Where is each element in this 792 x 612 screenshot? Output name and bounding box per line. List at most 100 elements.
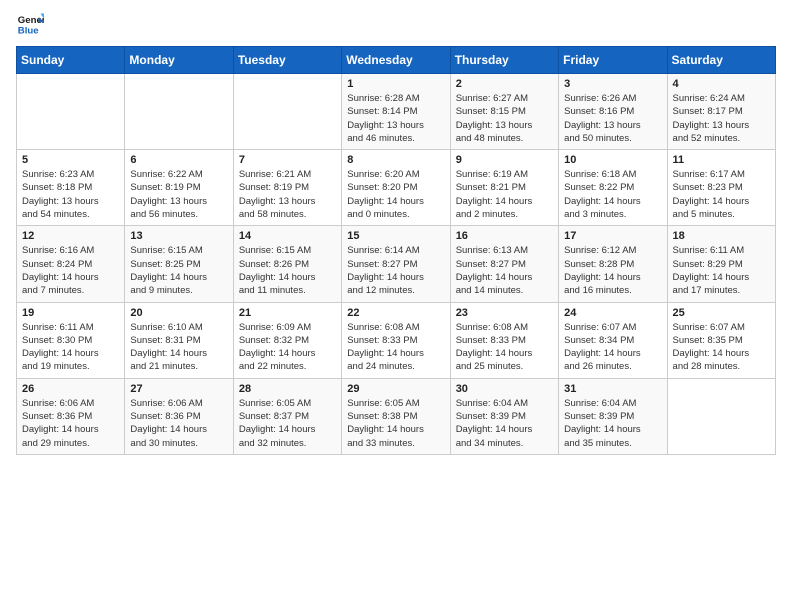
day-number: 17 [564, 230, 661, 242]
calendar-cell: 30 Sunrise: 6:04 AM Sunset: 8:39 PM Dayli… [450, 378, 558, 454]
day-number: 28 [239, 383, 336, 395]
calendar-cell [233, 74, 341, 150]
day-info: Sunrise: 6:04 AM Sunset: 8:39 PM Dayligh… [456, 397, 553, 450]
day-number: 2 [456, 78, 553, 90]
day-info: Sunrise: 6:15 AM Sunset: 8:26 PM Dayligh… [239, 244, 336, 297]
day-number: 10 [564, 154, 661, 166]
calendar-cell: 9 Sunrise: 6:19 AM Sunset: 8:21 PM Daylig… [450, 150, 558, 226]
calendar-cell: 8 Sunrise: 6:20 AM Sunset: 8:20 PM Daylig… [342, 150, 450, 226]
day-number: 6 [130, 154, 227, 166]
day-info: Sunrise: 6:05 AM Sunset: 8:37 PM Dayligh… [239, 397, 336, 450]
day-number: 26 [22, 383, 119, 395]
day-number: 5 [22, 154, 119, 166]
calendar-cell: 11 Sunrise: 6:17 AM Sunset: 8:23 PM Dayli… [667, 150, 775, 226]
day-info: Sunrise: 6:17 AM Sunset: 8:23 PM Dayligh… [673, 168, 770, 221]
weekday-header: Saturday [667, 47, 775, 74]
day-number: 20 [130, 307, 227, 319]
calendar-cell: 27 Sunrise: 6:06 AM Sunset: 8:36 PM Dayli… [125, 378, 233, 454]
day-info: Sunrise: 6:05 AM Sunset: 8:38 PM Dayligh… [347, 397, 444, 450]
day-info: Sunrise: 6:27 AM Sunset: 8:15 PM Dayligh… [456, 92, 553, 145]
day-info: Sunrise: 6:12 AM Sunset: 8:28 PM Dayligh… [564, 244, 661, 297]
page: General Blue SundayMondayTuesdayWednesda… [0, 0, 792, 612]
day-number: 13 [130, 230, 227, 242]
day-number: 22 [347, 307, 444, 319]
calendar-cell: 1Sunrise: 6:28 AM Sunset: 8:14 PM Daylig… [342, 74, 450, 150]
calendar-cell: 26 Sunrise: 6:06 AM Sunset: 8:36 PM Dayli… [17, 378, 125, 454]
day-info: Sunrise: 6:08 AM Sunset: 8:33 PM Dayligh… [347, 321, 444, 374]
calendar-table: SundayMondayTuesdayWednesdayThursdayFrid… [16, 46, 776, 455]
day-number: 9 [456, 154, 553, 166]
day-number: 4 [673, 78, 770, 90]
calendar-header: SundayMondayTuesdayWednesdayThursdayFrid… [17, 47, 776, 74]
logo: General Blue [16, 10, 44, 38]
calendar-week-row: 5 Sunrise: 6:23 AM Sunset: 8:18 PM Daylig… [17, 150, 776, 226]
day-number: 11 [673, 154, 770, 166]
day-info: Sunrise: 6:28 AM Sunset: 8:14 PM Dayligh… [347, 92, 444, 145]
calendar-cell: 22 Sunrise: 6:08 AM Sunset: 8:33 PM Dayli… [342, 302, 450, 378]
calendar-cell: 2 Sunrise: 6:27 AM Sunset: 8:15 PM Daylig… [450, 74, 558, 150]
day-info: Sunrise: 6:15 AM Sunset: 8:25 PM Dayligh… [130, 244, 227, 297]
calendar-week-row: 19Sunrise: 6:11 AM Sunset: 8:30 PM Dayli… [17, 302, 776, 378]
day-info: Sunrise: 6:08 AM Sunset: 8:33 PM Dayligh… [456, 321, 553, 374]
header-row: SundayMondayTuesdayWednesdayThursdayFrid… [17, 47, 776, 74]
day-info: Sunrise: 6:20 AM Sunset: 8:20 PM Dayligh… [347, 168, 444, 221]
calendar-cell: 3 Sunrise: 6:26 AM Sunset: 8:16 PM Daylig… [559, 74, 667, 150]
calendar-cell: 18 Sunrise: 6:11 AM Sunset: 8:29 PM Dayli… [667, 226, 775, 302]
weekday-header: Monday [125, 47, 233, 74]
calendar-cell: 13 Sunrise: 6:15 AM Sunset: 8:25 PM Dayli… [125, 226, 233, 302]
day-number: 16 [456, 230, 553, 242]
calendar-cell: 17 Sunrise: 6:12 AM Sunset: 8:28 PM Dayli… [559, 226, 667, 302]
day-number: 30 [456, 383, 553, 395]
calendar-cell [17, 74, 125, 150]
day-number: 18 [673, 230, 770, 242]
calendar-week-row: 1Sunrise: 6:28 AM Sunset: 8:14 PM Daylig… [17, 74, 776, 150]
weekday-header: Friday [559, 47, 667, 74]
calendar-cell: 24Sunrise: 6:07 AM Sunset: 8:34 PM Dayli… [559, 302, 667, 378]
calendar-cell: 16 Sunrise: 6:13 AM Sunset: 8:27 PM Dayli… [450, 226, 558, 302]
day-info: Sunrise: 6:22 AM Sunset: 8:19 PM Dayligh… [130, 168, 227, 221]
day-info: Sunrise: 6:26 AM Sunset: 8:16 PM Dayligh… [564, 92, 661, 145]
day-info: Sunrise: 6:06 AM Sunset: 8:36 PM Dayligh… [130, 397, 227, 450]
day-number: 14 [239, 230, 336, 242]
calendar-week-row: 26 Sunrise: 6:06 AM Sunset: 8:36 PM Dayli… [17, 378, 776, 454]
day-number: 29 [347, 383, 444, 395]
day-info: Sunrise: 6:21 AM Sunset: 8:19 PM Dayligh… [239, 168, 336, 221]
day-info: Sunrise: 6:07 AM Sunset: 8:34 PM Dayligh… [564, 321, 661, 374]
day-number: 15 [347, 230, 444, 242]
day-info: Sunrise: 6:16 AM Sunset: 8:24 PM Dayligh… [22, 244, 119, 297]
calendar-cell: 5 Sunrise: 6:23 AM Sunset: 8:18 PM Daylig… [17, 150, 125, 226]
calendar-body: 1Sunrise: 6:28 AM Sunset: 8:14 PM Daylig… [17, 74, 776, 455]
day-info: Sunrise: 6:19 AM Sunset: 8:21 PM Dayligh… [456, 168, 553, 221]
day-info: Sunrise: 6:13 AM Sunset: 8:27 PM Dayligh… [456, 244, 553, 297]
day-number: 8 [347, 154, 444, 166]
calendar-cell: 31Sunrise: 6:04 AM Sunset: 8:39 PM Dayli… [559, 378, 667, 454]
day-info: Sunrise: 6:09 AM Sunset: 8:32 PM Dayligh… [239, 321, 336, 374]
calendar-cell: 25Sunrise: 6:07 AM Sunset: 8:35 PM Dayli… [667, 302, 775, 378]
calendar-cell: 21 Sunrise: 6:09 AM Sunset: 8:32 PM Dayli… [233, 302, 341, 378]
day-info: Sunrise: 6:18 AM Sunset: 8:22 PM Dayligh… [564, 168, 661, 221]
header: General Blue [16, 10, 776, 38]
calendar-cell: 6 Sunrise: 6:22 AM Sunset: 8:19 PM Daylig… [125, 150, 233, 226]
calendar-cell: 20Sunrise: 6:10 AM Sunset: 8:31 PM Dayli… [125, 302, 233, 378]
calendar-cell: 12 Sunrise: 6:16 AM Sunset: 8:24 PM Dayli… [17, 226, 125, 302]
calendar-cell: 14 Sunrise: 6:15 AM Sunset: 8:26 PM Dayli… [233, 226, 341, 302]
calendar-cell: 4Sunrise: 6:24 AM Sunset: 8:17 PM Daylig… [667, 74, 775, 150]
day-number: 3 [564, 78, 661, 90]
calendar-cell: 23Sunrise: 6:08 AM Sunset: 8:33 PM Dayli… [450, 302, 558, 378]
day-info: Sunrise: 6:04 AM Sunset: 8:39 PM Dayligh… [564, 397, 661, 450]
weekday-header: Wednesday [342, 47, 450, 74]
calendar-cell: 28 Sunrise: 6:05 AM Sunset: 8:37 PM Dayli… [233, 378, 341, 454]
day-number: 27 [130, 383, 227, 395]
day-number: 25 [673, 307, 770, 319]
day-number: 7 [239, 154, 336, 166]
day-number: 21 [239, 307, 336, 319]
day-info: Sunrise: 6:11 AM Sunset: 8:29 PM Dayligh… [673, 244, 770, 297]
day-info: Sunrise: 6:06 AM Sunset: 8:36 PM Dayligh… [22, 397, 119, 450]
day-number: 19 [22, 307, 119, 319]
day-info: Sunrise: 6:23 AM Sunset: 8:18 PM Dayligh… [22, 168, 119, 221]
weekday-header: Tuesday [233, 47, 341, 74]
calendar-cell: 29 Sunrise: 6:05 AM Sunset: 8:38 PM Dayli… [342, 378, 450, 454]
day-info: Sunrise: 6:14 AM Sunset: 8:27 PM Dayligh… [347, 244, 444, 297]
weekday-header: Sunday [17, 47, 125, 74]
day-number: 12 [22, 230, 119, 242]
